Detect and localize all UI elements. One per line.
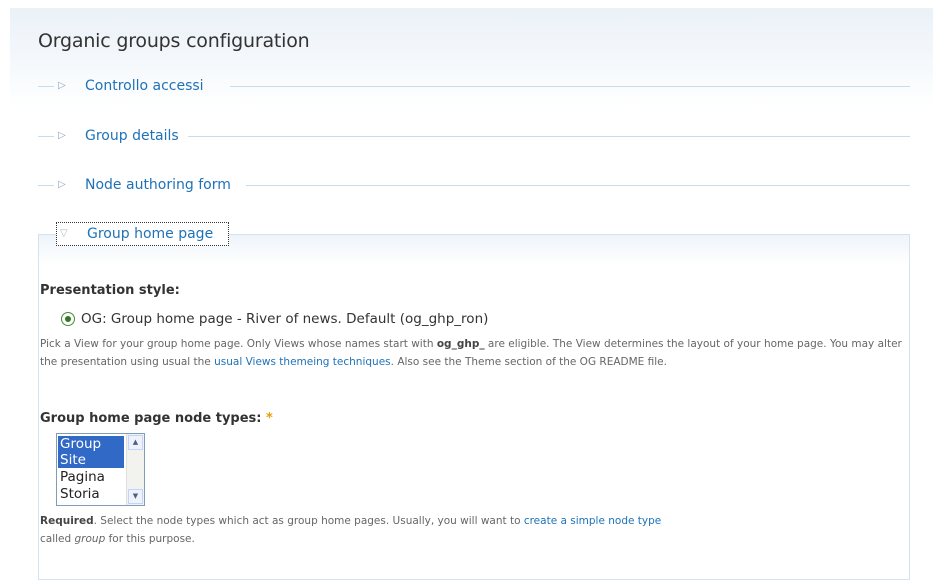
fieldset-legend-link[interactable]: Controllo accessi xyxy=(85,78,208,94)
fieldset-legend-group-home-page[interactable]: ▽ Group home page xyxy=(56,222,229,246)
fieldset-border xyxy=(230,86,910,87)
fieldset-controllo-accessi[interactable]: ▷ Controllo accessi xyxy=(38,78,910,94)
fieldset-legend-link[interactable]: Group home page xyxy=(87,226,213,242)
select-scrollbar[interactable]: ▲ ▼ xyxy=(126,434,144,505)
triangle-right-icon: ▷ xyxy=(58,179,66,190)
triangle-right-icon: ▷ xyxy=(58,80,66,91)
desc-italic: group xyxy=(74,533,106,545)
desc-text: for this purpose. xyxy=(105,533,195,545)
desc-text: Pick a View for your group home page. On… xyxy=(40,338,437,350)
select-option-pagina[interactable]: Pagina xyxy=(58,469,124,485)
views-themeing-link[interactable]: usual Views themeing techniques xyxy=(214,356,391,368)
fieldset-legend-link[interactable]: Group details xyxy=(85,128,183,144)
scroll-down-icon[interactable]: ▼ xyxy=(128,489,143,504)
select-option-site[interactable]: Site xyxy=(58,452,124,468)
node-types-description: Required. Select the node types which ac… xyxy=(40,512,902,548)
radio-label[interactable]: OG: Group home page - River of news. Def… xyxy=(81,311,488,327)
fieldset-border xyxy=(188,136,910,137)
desc-bold: og_ghp_ xyxy=(436,338,485,350)
desc-required: Required xyxy=(40,515,94,527)
fieldset-border xyxy=(38,185,54,186)
select-option-group[interactable]: Group xyxy=(58,436,124,452)
presentation-description: Pick a View for your group home page. On… xyxy=(40,335,902,371)
radio-selected-dot xyxy=(65,316,71,322)
triangle-right-icon: ▷ xyxy=(58,130,66,141)
radio-button[interactable] xyxy=(61,312,75,326)
presentation-style-label: Presentation style: xyxy=(40,283,180,298)
desc-text: called xyxy=(40,533,75,545)
required-marker: * xyxy=(266,411,273,426)
fieldset-border xyxy=(38,86,54,87)
node-types-multiselect[interactable]: Group Site Pagina Storia ▲ ▼ xyxy=(56,433,145,506)
scroll-up-icon[interactable]: ▲ xyxy=(128,435,143,450)
fieldset-group-details[interactable]: ▷ Group details xyxy=(38,128,910,144)
node-types-label-text: Group home page node types: xyxy=(40,411,262,426)
node-types-label: Group home page node types: * xyxy=(40,411,273,426)
fieldset-border xyxy=(38,136,54,137)
create-node-type-link[interactable]: create a simple node type xyxy=(524,515,661,527)
page-title: Organic groups configuration xyxy=(38,30,310,52)
desc-text: . Also see the Theme section of the OG R… xyxy=(390,356,667,368)
fieldset-legend-link[interactable]: Node authoring form xyxy=(85,177,235,193)
select-option-storia[interactable]: Storia xyxy=(58,486,124,502)
fieldset-border xyxy=(246,185,910,186)
desc-text: . Select the node types which act as gro… xyxy=(93,515,524,527)
triangle-down-icon: ▽ xyxy=(60,228,68,239)
fieldset-node-authoring-form[interactable]: ▷ Node authoring form xyxy=(38,177,910,193)
